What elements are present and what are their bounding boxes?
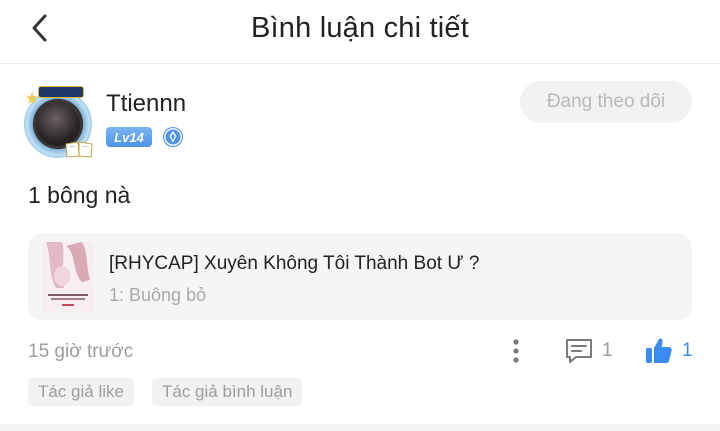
like-button[interactable]: 1 [644, 335, 693, 367]
section-divider [0, 424, 720, 431]
like-count: 1 [682, 340, 693, 361]
header-bar: Bình luận chi tiết [0, 0, 720, 64]
tag-author-liked: Tác giả like [28, 378, 134, 406]
book-title: [RHYCAP] Xuyên Không Tôi Thành Bot Ư ? [109, 253, 480, 274]
book-icon [65, 141, 93, 158]
book-chapter: 1: Buông bỏ [109, 285, 207, 305]
more-options-button[interactable] [506, 336, 526, 366]
star-icon [26, 92, 38, 104]
avatar[interactable] [24, 86, 96, 158]
follow-button[interactable]: Đang theo dõi [520, 81, 692, 123]
avatar-banner [38, 86, 84, 98]
timestamp: 15 giờ trước [28, 341, 134, 362]
book-card[interactable]: [RHYCAP] Xuyên Không Tôi Thành Bot Ư ? 1… [28, 233, 692, 320]
level-badge: Lv14 [106, 127, 152, 147]
book-cover-art [42, 242, 94, 312]
thumbs-up-icon [646, 338, 672, 363]
reply-count: 1 [602, 340, 613, 361]
book-cover-image [42, 242, 94, 312]
page-title: Bình luận chi tiết [250, 12, 469, 44]
comment-text: 1 bông nà [28, 182, 131, 208]
username[interactable]: Ttiennn [106, 90, 186, 118]
reply-button[interactable]: 1 [564, 336, 613, 366]
more-vertical-icon [513, 339, 519, 363]
diamond-badge-icon [163, 127, 183, 147]
tag-author-commented: Tác giả bình luận [152, 378, 303, 406]
comment-icon [566, 339, 592, 363]
